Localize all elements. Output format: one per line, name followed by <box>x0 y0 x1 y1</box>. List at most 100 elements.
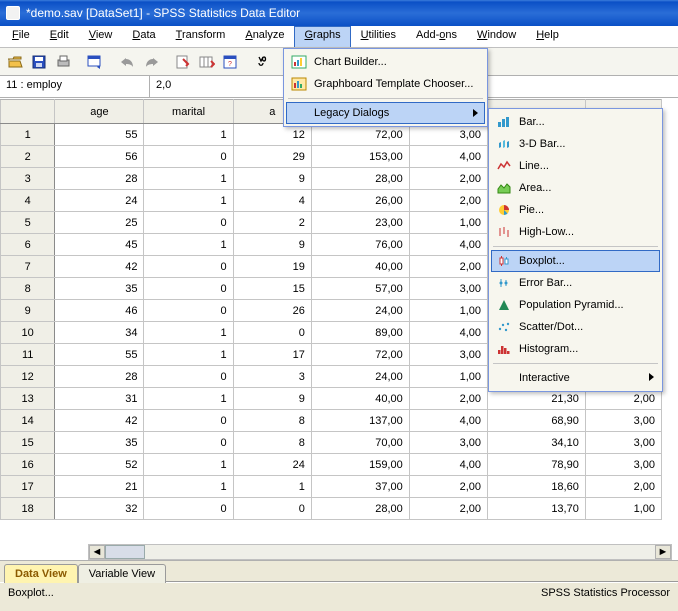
cell[interactable]: 24 <box>55 190 144 212</box>
cell[interactable]: 2,00 <box>409 256 487 278</box>
cell[interactable]: 17 <box>233 344 311 366</box>
cell[interactable]: 8 <box>233 410 311 432</box>
row-header[interactable]: 18 <box>1 498 55 520</box>
cell[interactable]: 9 <box>233 168 311 190</box>
cell[interactable]: 1 <box>144 388 233 410</box>
cell[interactable]: 3,00 <box>409 432 487 454</box>
cell[interactable]: 2,00 <box>409 498 487 520</box>
cell[interactable]: 3,00 <box>409 278 487 300</box>
row-header[interactable]: 4 <box>1 190 55 212</box>
cell[interactable]: 1,00 <box>585 498 661 520</box>
cell[interactable]: 21 <box>55 476 144 498</box>
horizontal-scrollbar[interactable]: ◄ ► <box>88 544 672 560</box>
cell[interactable]: 28,00 <box>311 168 409 190</box>
cell[interactable]: 52 <box>55 454 144 476</box>
row-header[interactable]: 16 <box>1 454 55 476</box>
cell[interactable]: 3,00 <box>409 344 487 366</box>
cell[interactable]: 3,00 <box>585 432 661 454</box>
cell[interactable]: 23,00 <box>311 212 409 234</box>
cell[interactable]: 42 <box>55 256 144 278</box>
menu-utilities[interactable]: Utilities <box>351 26 406 47</box>
redo-icon[interactable] <box>140 51 162 73</box>
cell[interactable]: 0 <box>144 366 233 388</box>
cell[interactable]: 40,00 <box>311 388 409 410</box>
cell[interactable]: 42 <box>55 410 144 432</box>
row-header[interactable]: 15 <box>1 432 55 454</box>
row-header[interactable]: 9 <box>1 300 55 322</box>
menu-errorbar[interactable]: Error Bar... <box>491 272 660 294</box>
print-icon[interactable] <box>52 51 74 73</box>
menu-histogram[interactable]: Histogram... <box>491 338 660 360</box>
cell[interactable]: 68,90 <box>488 410 586 432</box>
menu-highlow[interactable]: High-Low... <box>491 221 660 243</box>
cell[interactable]: 55 <box>55 344 144 366</box>
cell[interactable]: 28,00 <box>311 498 409 520</box>
cell[interactable]: 35 <box>55 278 144 300</box>
cell[interactable]: 1,00 <box>409 300 487 322</box>
cell[interactable]: 137,00 <box>311 410 409 432</box>
cell[interactable]: 4,00 <box>409 146 487 168</box>
cell[interactable]: 0 <box>233 322 311 344</box>
cell[interactable]: 1 <box>144 124 233 146</box>
scroll-track[interactable] <box>105 545 655 559</box>
menu-graphs[interactable]: Graphs <box>294 26 350 47</box>
cell[interactable]: 1 <box>144 454 233 476</box>
cell[interactable]: 159,00 <box>311 454 409 476</box>
cell[interactable]: 28 <box>55 366 144 388</box>
row-header[interactable]: 5 <box>1 212 55 234</box>
row-header[interactable]: 8 <box>1 278 55 300</box>
cell[interactable]: 9 <box>233 388 311 410</box>
cell[interactable]: 26,00 <box>311 190 409 212</box>
menu-graphboard[interactable]: Graphboard Template Chooser... <box>286 73 485 95</box>
tab-variable-view[interactable]: Variable View <box>78 564 166 583</box>
cell[interactable]: 1 <box>144 168 233 190</box>
open-icon[interactable] <box>4 51 26 73</box>
cell[interactable]: 24 <box>233 454 311 476</box>
cell[interactable]: 4,00 <box>409 322 487 344</box>
menu-3d-bar[interactable]: 3-D Bar... <box>491 133 660 155</box>
row-header[interactable]: 3 <box>1 168 55 190</box>
menu-file[interactable]: File <box>2 26 40 47</box>
table-row[interactable]: 15350870,003,0034,103,00 <box>1 432 662 454</box>
find-icon[interactable] <box>252 51 274 73</box>
cell[interactable]: 1 <box>144 234 233 256</box>
cell[interactable]: 1 <box>144 344 233 366</box>
cell[interactable]: 55 <box>55 124 144 146</box>
row-header[interactable]: 14 <box>1 410 55 432</box>
dialog-recall-icon[interactable] <box>84 51 106 73</box>
menu-bar[interactable]: Bar... <box>491 111 660 133</box>
cell[interactable]: 0 <box>144 212 233 234</box>
cell[interactable]: 28 <box>55 168 144 190</box>
cell[interactable]: 2,00 <box>585 476 661 498</box>
menu-line[interactable]: Line... <box>491 155 660 177</box>
cell[interactable]: 18,60 <box>488 476 586 498</box>
menu-area[interactable]: Area... <box>491 177 660 199</box>
row-header[interactable]: 11 <box>1 344 55 366</box>
cell[interactable]: 24,00 <box>311 300 409 322</box>
menu-boxplot[interactable]: Boxplot... <box>491 250 660 272</box>
cell[interactable]: 13,70 <box>488 498 586 520</box>
cell[interactable]: 0 <box>144 410 233 432</box>
cell[interactable]: 1 <box>144 476 233 498</box>
save-icon[interactable] <box>28 51 50 73</box>
cell[interactable]: 4,00 <box>409 234 487 256</box>
menu-addons[interactable]: Add-ons <box>406 26 467 47</box>
table-row[interactable]: 17211137,002,0018,602,00 <box>1 476 662 498</box>
cell[interactable]: 25 <box>55 212 144 234</box>
cell[interactable]: 1 <box>144 190 233 212</box>
goto-case-icon[interactable] <box>172 51 194 73</box>
cell[interactable]: 1 <box>144 322 233 344</box>
table-row[interactable]: 144208137,004,0068,903,00 <box>1 410 662 432</box>
scroll-thumb[interactable] <box>105 545 145 559</box>
cell[interactable]: 40,00 <box>311 256 409 278</box>
menu-data[interactable]: Data <box>122 26 165 47</box>
table-row[interactable]: 18320028,002,0013,701,00 <box>1 498 662 520</box>
scroll-left-icon[interactable]: ◄ <box>89 545 105 559</box>
menu-window[interactable]: Window <box>467 26 526 47</box>
cell[interactable]: 0 <box>144 256 233 278</box>
row-header[interactable]: 1 <box>1 124 55 146</box>
cell[interactable]: 0 <box>144 432 233 454</box>
cell[interactable]: 34 <box>55 322 144 344</box>
row-header[interactable]: 13 <box>1 388 55 410</box>
cell[interactable]: 2,00 <box>409 190 487 212</box>
